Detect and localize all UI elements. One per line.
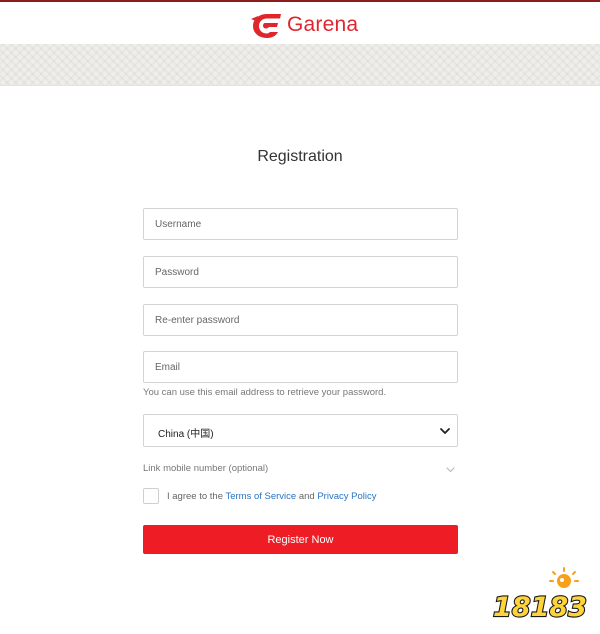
page-title: Registration: [257, 148, 343, 165]
chevron-down-icon: [440, 428, 450, 434]
brand-name: Garena: [287, 13, 359, 36]
country-select[interactable]: China (中国): [143, 414, 458, 447]
reenter-password-input[interactable]: [143, 304, 458, 336]
link-mobile-toggle[interactable]: Link mobile number (optional): [143, 463, 458, 477]
username-input[interactable]: [143, 208, 458, 240]
privacy-policy-link[interactable]: Privacy Policy: [317, 491, 376, 502]
country-select-value: China (中国): [158, 429, 214, 440]
terms-agreement: I agree to the Terms of Service and Priv…: [143, 487, 376, 505]
link-mobile-label: Link mobile number (optional): [143, 463, 269, 474]
register-now-button[interactable]: Register Now: [143, 525, 458, 554]
agree-checkbox[interactable]: [143, 488, 159, 504]
email-input[interactable]: [143, 351, 458, 383]
password-input[interactable]: [143, 256, 458, 288]
watermark-logo: 18183: [492, 567, 588, 624]
agree-prefix: I agree to the: [167, 490, 226, 502]
chevron-down-icon: [446, 467, 455, 473]
header-pattern-band: [0, 44, 600, 86]
garena-logo-icon: [251, 14, 281, 38]
terms-of-service-link[interactable]: Terms of Service: [225, 491, 296, 502]
agree-text: I agree to the Terms of Service and Priv…: [167, 491, 376, 502]
garena-logo[interactable]: Garena: [250, 10, 358, 40]
email-hint: You can use this email address to retrie…: [143, 387, 387, 398]
sun-icon: [549, 567, 579, 588]
top-bar: Garena: [0, 0, 600, 44]
agree-and: and: [296, 490, 318, 502]
watermark-text: 18183: [493, 592, 587, 623]
